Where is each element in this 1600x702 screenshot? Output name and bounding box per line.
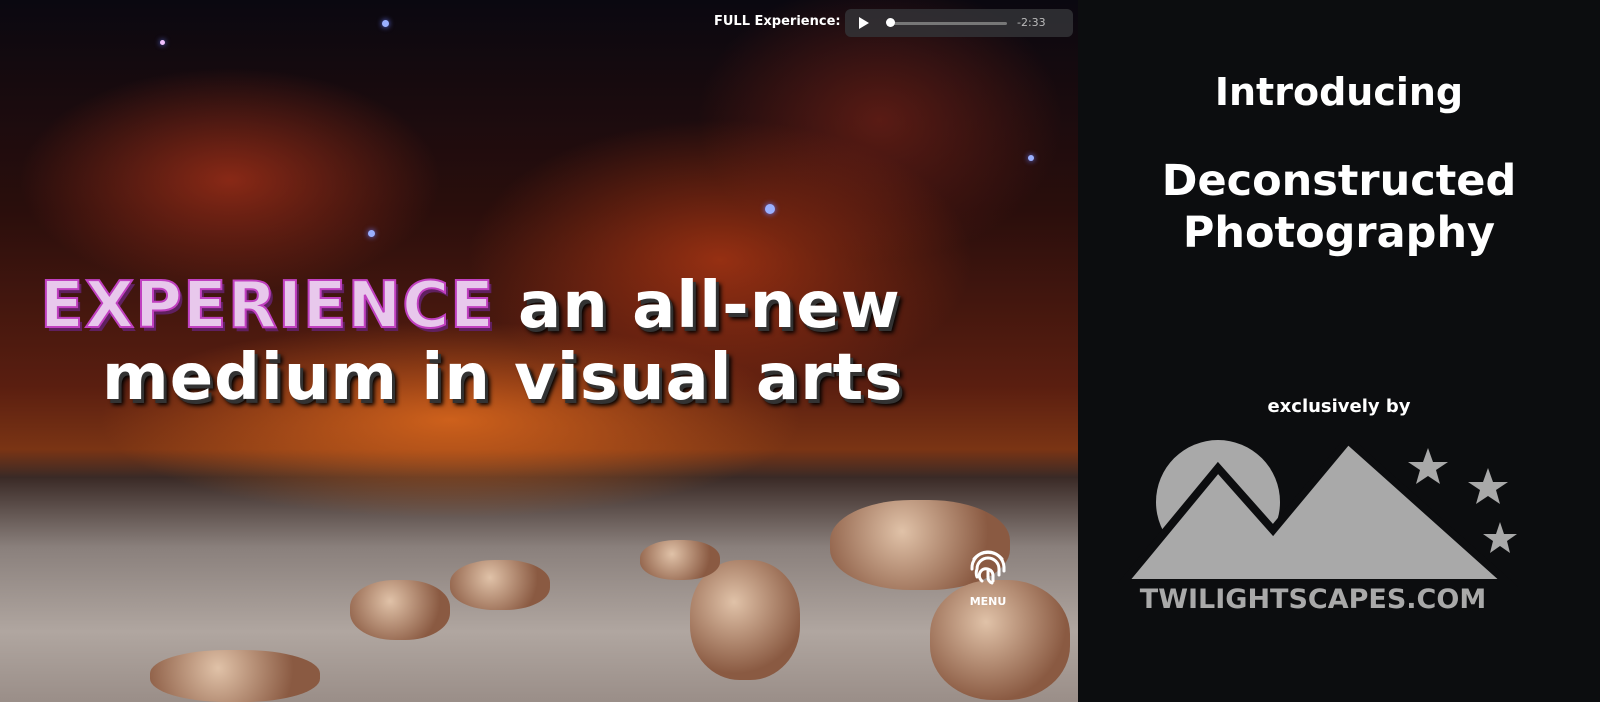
menu-button[interactable]: MENU <box>966 545 1010 608</box>
star <box>1028 155 1034 161</box>
star <box>765 204 775 214</box>
rock <box>450 560 550 610</box>
twilightscapes-logo[interactable]: TWILIGHTSCAPES.COM <box>1118 440 1538 620</box>
exclusive-text: exclusively by <box>1267 396 1411 417</box>
fingerprint-icon <box>970 550 1006 585</box>
time-remaining: -2:33 <box>1017 16 1046 29</box>
rock <box>150 650 320 702</box>
player-label: FULL Experience: <box>714 14 841 29</box>
audio-player[interactable]: -2:33 <box>845 9 1073 37</box>
title-line2: Photography <box>1182 208 1496 258</box>
rock <box>690 560 800 680</box>
play-icon[interactable] <box>859 17 869 29</box>
rock <box>350 580 450 640</box>
headline: EXPERIENCE an all-new medium in visual a… <box>39 269 1040 415</box>
rock <box>640 540 720 580</box>
headline-highlight: EXPERIENCE <box>39 269 495 343</box>
seek-handle[interactable] <box>886 18 896 27</box>
info-panel: Introducing Deconstructed Photography ex… <box>1078 0 1600 702</box>
menu-label: MENU <box>969 595 1007 608</box>
seek-bar[interactable] <box>887 22 1007 25</box>
headline-line1: an all-new <box>494 269 901 343</box>
logo-text: TWILIGHTSCAPES.COM <box>1140 584 1486 615</box>
headline-line2: medium in visual arts <box>102 341 904 415</box>
hero-image: FULL Experience: -2:33 EXPERIENCE an all… <box>0 0 1078 702</box>
star <box>160 40 165 45</box>
star <box>382 20 389 27</box>
star <box>368 230 375 237</box>
panel-title: Deconstructed Photography <box>1078 155 1600 259</box>
title-line1: Deconstructed <box>1161 156 1517 206</box>
intro-text: Introducing <box>1214 70 1464 114</box>
